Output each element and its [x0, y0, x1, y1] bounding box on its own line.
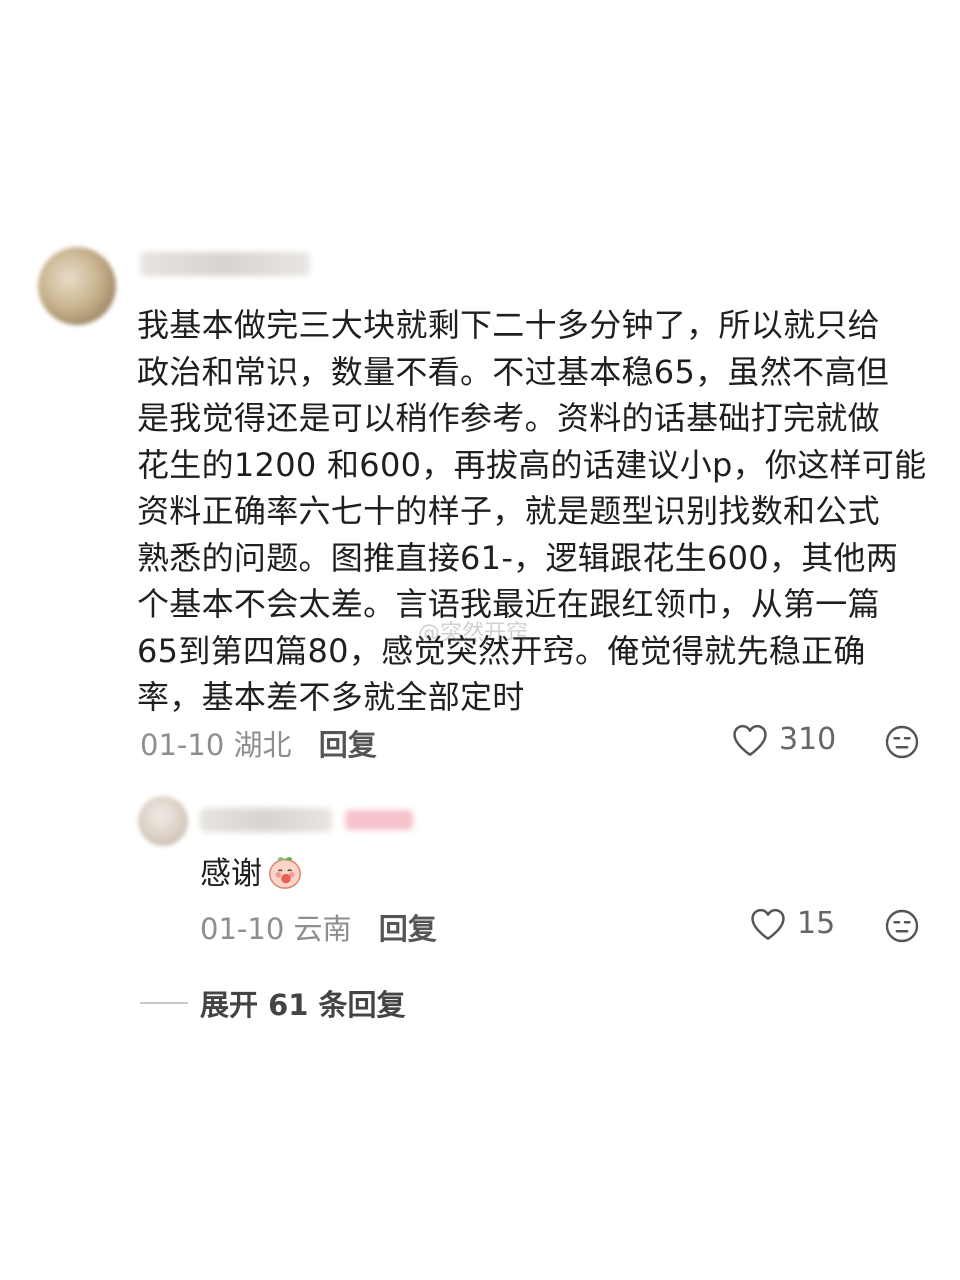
neutral-face-icon — [885, 725, 919, 759]
like-button[interactable]: 15 — [749, 906, 835, 941]
comment-line: 是我觉得还是可以稍作参考。资料的话基础打完就做 — [137, 399, 880, 437]
comment-line: 个基本不会太差。言语我最近在跟红领巾，从第一篇 — [137, 585, 880, 623]
comment-line: 65到第四篇80，感觉突然开窍。俺觉得就先稳正确 — [137, 631, 866, 670]
comment-body: 我基本做完三大块就剩下二十多分钟了，所以就只给 政治和常识，数量不看。不过基本稳… — [137, 302, 937, 721]
reply-date: 01-10 — [200, 912, 285, 946]
reply-meta: 01-10 云南 回复 — [200, 906, 437, 948]
reply-text: 感谢 — [200, 856, 262, 892]
commenter-avatar[interactable] — [38, 247, 116, 325]
expand-replies-button[interactable]: 展开 61 条回复 — [140, 982, 406, 1024]
reply-button[interactable]: 回复 — [319, 728, 377, 762]
author-tag-blurred — [345, 810, 413, 830]
like-count: 310 — [779, 722, 837, 757]
reply-location: 云南 — [293, 912, 352, 946]
neutral-face-icon — [885, 909, 919, 943]
expand-replies-label: 展开 61 条回复 — [200, 988, 406, 1022]
comment-meta: 01-10 湖北 回复 — [140, 722, 377, 764]
comment-line: 我基本做完三大块就剩下二十多分钟了，所以就只给 — [137, 306, 880, 344]
comment-line: 政治和常识，数量不看。不过基本稳65，虽然不高但 — [137, 352, 889, 391]
comment-line: 资料正确率六七十的样子，就是题型识别找数和公式 — [137, 492, 880, 530]
reply-body: 感谢 — [200, 848, 304, 893]
comment-line: 率，基本差不多就全部定时 — [137, 678, 525, 716]
emoji-reaction-button[interactable] — [884, 908, 920, 948]
watermark: @突然开窍 — [418, 621, 529, 646]
reply-button[interactable]: 回复 — [379, 912, 437, 946]
peach-shy-sticker-icon — [269, 856, 301, 889]
like-count: 15 — [797, 906, 836, 941]
comment-location: 湖北 — [233, 728, 292, 762]
comment-line: 花生的1200 和600，再拔高的话建议小p，你这样可能 — [137, 445, 927, 484]
divider-line — [140, 1002, 188, 1004]
emoji-reaction-button[interactable] — [884, 724, 920, 764]
reply-username-blurred[interactable] — [200, 808, 332, 832]
comment-date: 01-10 — [140, 728, 225, 762]
heart-outline-icon — [733, 724, 767, 756]
comment-line: 熟悉的问题。图推直接61-，逻辑跟花生600，其他两 — [137, 538, 899, 577]
like-button[interactable]: 310 — [731, 722, 836, 757]
heart-outline-icon — [751, 908, 785, 940]
reply-avatar[interactable] — [138, 796, 188, 846]
commenter-username-blurred[interactable] — [140, 252, 310, 276]
